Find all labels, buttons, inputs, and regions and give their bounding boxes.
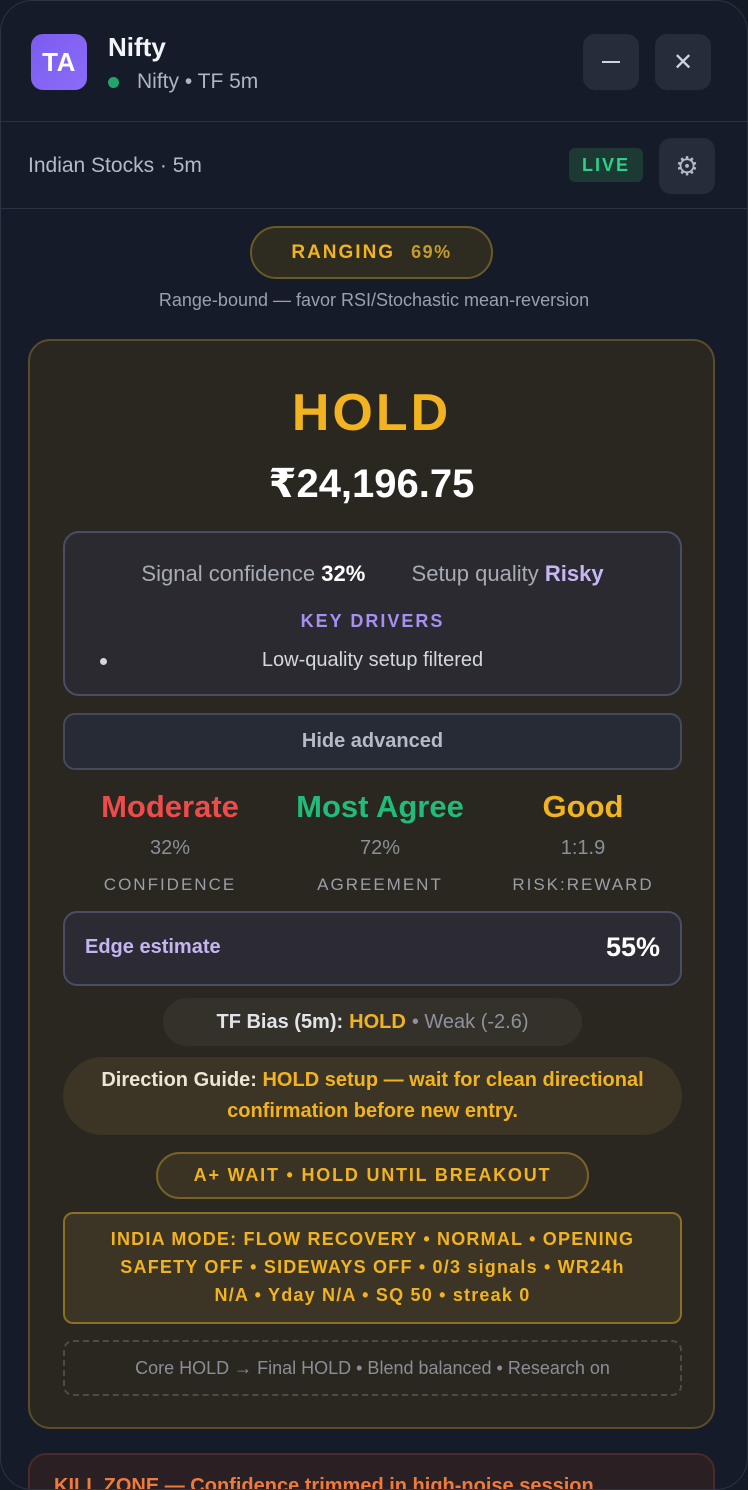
india-mode-line: INDIA MODE: FLOW RECOVERY • NORMAL • OPE… [110,1229,635,1249]
app-logo: TA [31,34,87,90]
metric-label: CONFIDENCE [103,875,237,894]
quality-value: Risky [544,561,604,586]
metric-value: 32% [149,837,191,859]
direction-guide: Direction Guide: HOLD setup — wait for c… [63,1057,682,1135]
close-icon: ✕ [672,48,694,76]
direction-guide-text: HOLD setup — wait for clean directional … [227,1069,644,1122]
metric-label: RISK:REWARD [512,875,654,894]
gear-icon: ⚙ [675,150,699,181]
market-bar: Indian Stocks · 5m LIVE ⚙ [1,123,747,209]
regime-name: RANGING [291,241,396,263]
settings-button[interactable]: ⚙ [659,138,715,194]
pipeline-summary: Core HOLD → Final HOLD • Blend balanced … [63,1340,682,1396]
tf-bias-detail: • Weak (-2.6) [411,1010,529,1033]
risk-reward-metric: Good 1:1.9 RISK:REWARD [473,789,693,895]
aplus-badge: A+ WAIT • HOLD UNTIL BREAKOUT [156,1152,589,1199]
signal-panel: TA Nifty Nifty • TF 5m ✕ Indian Stocks ·… [0,0,748,1490]
edge-label: Edge estimate [85,936,221,958]
hide-advanced-button[interactable]: Hide advanced [63,713,682,770]
regime-badge: RANGING 69% [250,226,493,279]
signal-action: HOLD [291,384,452,442]
metrics-row: Moderate 32% CONFIDENCE Most Agree 72% A… [30,789,713,899]
metric-headline: Moderate [101,789,239,824]
direction-guide-prefix: Direction Guide: [101,1069,257,1091]
edge-value: 55% [605,932,660,962]
regime-description: Range-bound — favor RSI/Stochastic mean-… [158,290,590,310]
india-mode-line: N/A • Yday N/A • SQ 50 • streak 0 [214,1285,531,1305]
current-price: ₹24,196.75 [268,462,475,506]
confidence-value: 32% [321,561,366,586]
tf-bias-prefix: TF Bias (5m): [216,1010,344,1033]
status-dot-icon [108,76,119,88]
market-label: Indian Stocks · 5m [28,154,202,177]
key-driver-item: Low-quality setup filtered [261,649,484,671]
kill-zone-text: KILL ZONE — Confidence trimmed in high-n… [54,1475,594,1490]
india-mode-line: SAFETY OFF • SIDEWAYS OFF • 0/3 signals … [120,1257,625,1277]
subtitle-text: Nifty • TF 5m [137,70,259,93]
key-drivers-box: Signal confidence 32% Setup quality Risk… [63,531,682,696]
quality-label: Setup quality [411,561,539,586]
metric-value: 72% [359,837,401,859]
confidence-metric: Moderate 32% CONFIDENCE [60,789,280,895]
tf-bias-pill: TF Bias (5m): HOLD • Weak (-2.6) [163,998,582,1046]
agreement-metric: Most Agree 72% AGREEMENT [270,789,490,895]
tf-bias-signal: HOLD [349,1010,406,1033]
instrument-title: Nifty [108,32,166,62]
metric-value: 1:1.9 [560,837,606,859]
panel-header: TA Nifty Nifty • TF 5m ✕ [1,1,747,122]
regime-percent: 69% [411,242,452,262]
live-badge: LIVE [569,148,643,182]
close-button[interactable]: ✕ [655,34,711,90]
minimize-button[interactable] [583,34,639,90]
confidence-label: Signal confidence [141,561,316,586]
india-mode-box: INDIA MODE: FLOW RECOVERY • NORMAL • OPE… [63,1212,682,1324]
metric-headline: Most Agree [296,789,464,824]
confidence-line: Signal confidence 32% Setup quality Risk… [65,561,680,587]
minimize-icon [602,61,620,63]
key-drivers-title: KEY DRIVERS [300,611,445,631]
kill-zone-alert: KILL ZONE — Confidence trimmed in high-n… [28,1453,715,1490]
metric-label: AGREEMENT [317,875,443,894]
signal-card: HOLD ₹24,196.75 Signal confidence 32% Se… [28,339,715,1429]
instrument-subtitle: Nifty • TF 5m [108,70,258,94]
edge-estimate: Edge estimate 55% [63,911,682,986]
metric-headline: Good [542,789,624,824]
